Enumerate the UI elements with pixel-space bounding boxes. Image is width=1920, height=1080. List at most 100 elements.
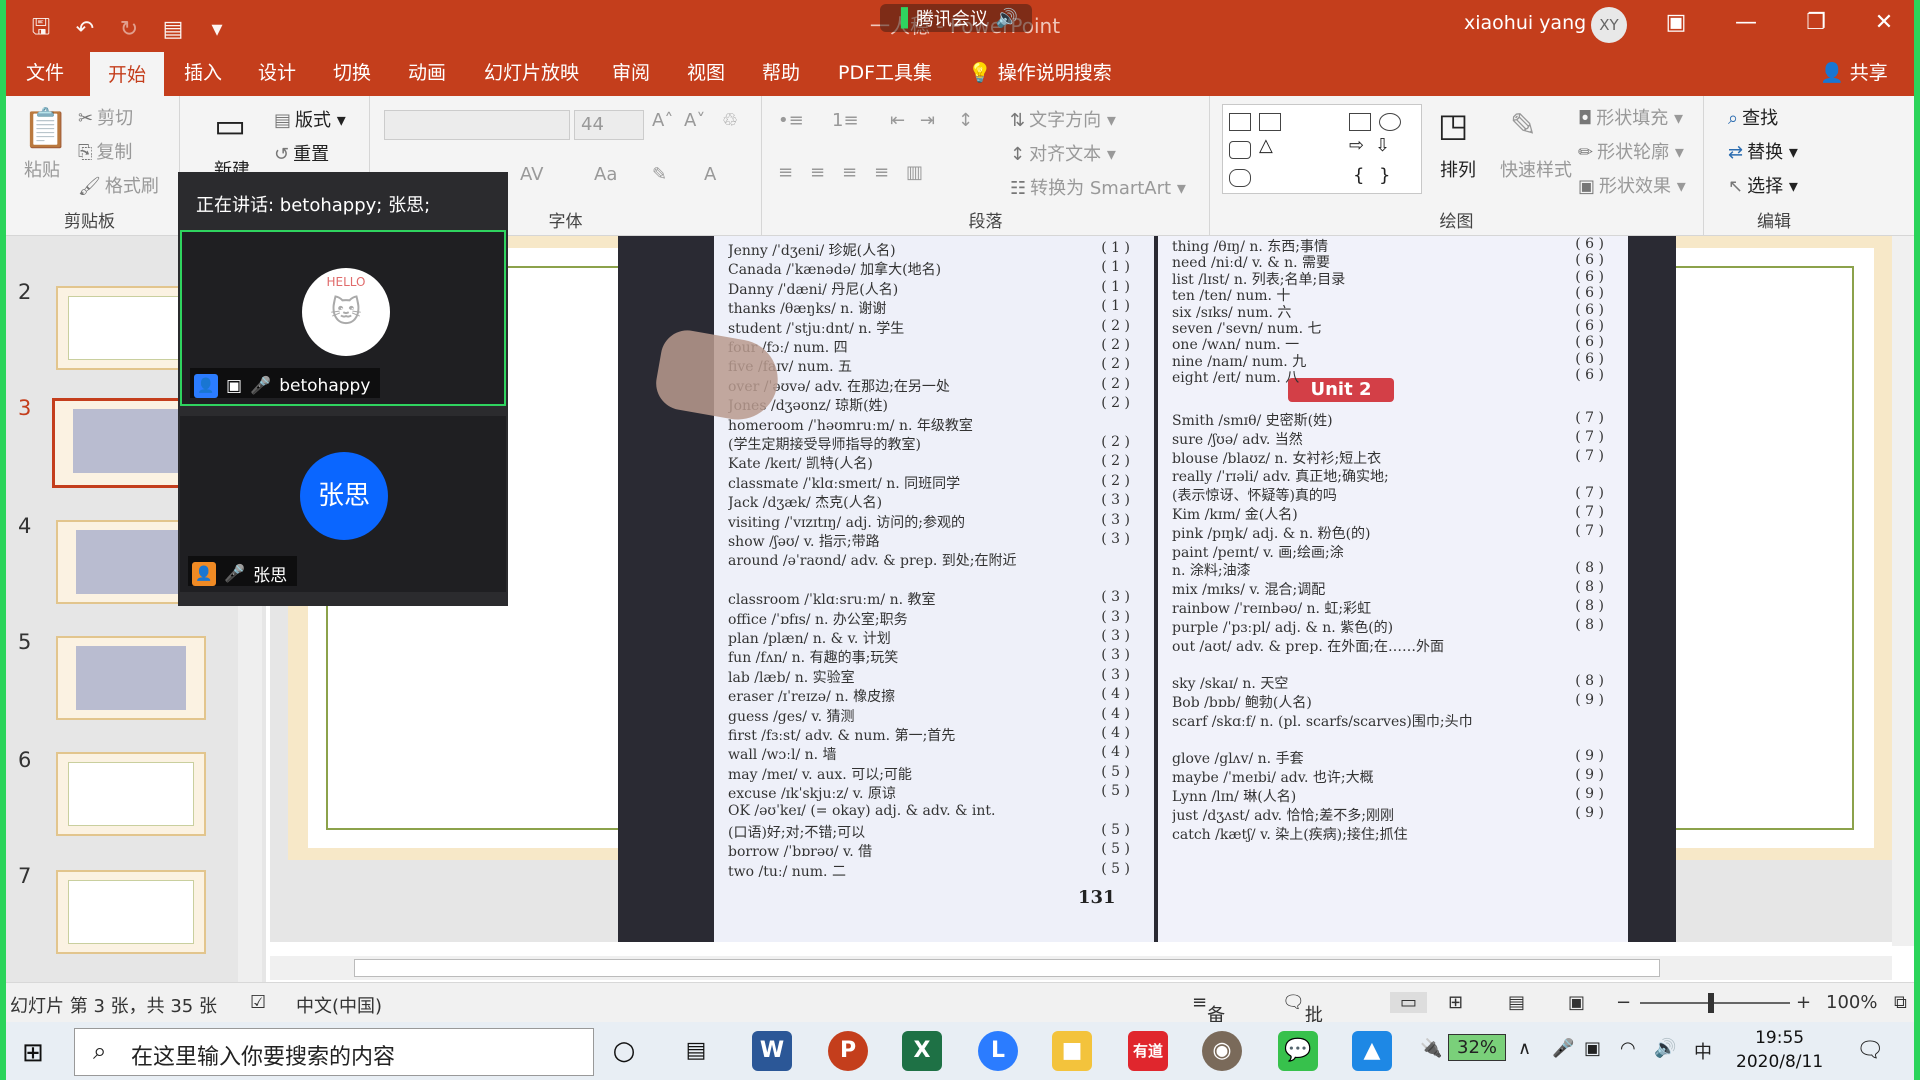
language-indicator[interactable]: 中文(中国) [296, 992, 382, 1018]
paste-button[interactable]: 粘贴 [24, 156, 60, 182]
microphone-tray-icon[interactable]: 🎤 [1552, 1038, 1574, 1059]
notification-icon[interactable]: 🗨 [1856, 1038, 1884, 1063]
decrease-font-icon[interactable]: A˅ [684, 110, 705, 131]
participant-tile-1[interactable]: HELLO 🐱 👤 ▣ 🎤 betohappy [180, 230, 506, 406]
ribbon-display-options-icon[interactable]: ▣ [1656, 6, 1696, 40]
volume-icon[interactable]: 🔊 [1654, 1038, 1676, 1059]
shapes-gallery[interactable]: △ ⇨ ⇩ { } [1222, 104, 1422, 194]
customize-qat-icon[interactable]: ▾ [202, 17, 232, 42]
copy-button[interactable]: ⎘ 复制 [78, 138, 132, 164]
normal-view-icon[interactable]: ▭ [1390, 992, 1428, 1013]
wifi-icon[interactable]: ◠ [1620, 1038, 1636, 1059]
brace-right-shape[interactable]: } [1379, 165, 1390, 186]
minimize-button[interactable]: — [1726, 6, 1766, 40]
undo-icon[interactable]: ↶ [70, 17, 100, 42]
shape-fill-button[interactable]: ◘ 形状填充 ▾ [1578, 104, 1683, 130]
tencent-meeting-icon[interactable]: ▲ [1352, 1031, 1392, 1071]
notes-button[interactable]: ≡ 备注 [1192, 992, 1225, 1052]
zoom-level[interactable]: 100% [1826, 992, 1877, 1013]
main-horizontal-scrollbar[interactable] [270, 956, 1892, 980]
freeform-shape[interactable] [1229, 169, 1251, 187]
quick-styles-icon[interactable]: ✎ [1510, 106, 1537, 144]
zoom-slider-thumb[interactable] [1708, 993, 1714, 1013]
clear-formatting-icon[interactable]: ♲ [722, 110, 738, 131]
layout-button[interactable]: ▤ 版式 ▾ [274, 106, 346, 132]
slideshow-view-icon[interactable]: ▣ [1568, 992, 1585, 1013]
font-size-combobox[interactable]: 44 [574, 110, 644, 140]
tab-transitions[interactable]: 切换 [333, 58, 371, 85]
fit-to-window-icon[interactable]: ⧉ [1894, 992, 1907, 1013]
windows-start-icon[interactable]: ⊞ [22, 1038, 44, 1068]
zoom-in-icon[interactable]: + [1796, 992, 1811, 1013]
restore-button[interactable]: ❐ [1796, 6, 1836, 40]
change-case-icon[interactable]: Aa [594, 164, 617, 185]
brace-left-shape[interactable]: { [1353, 165, 1364, 186]
meeting-indicator[interactable]: ▐ 腾讯会议 🔊 [880, 4, 1033, 32]
zoom-out-icon[interactable]: − [1616, 992, 1631, 1013]
task-view-icon[interactable]: ▤ [676, 1031, 716, 1071]
network-device-icon[interactable]: ▣ [1584, 1038, 1601, 1059]
select-button[interactable]: ↖ 选择 ▾ [1728, 172, 1798, 198]
highlight-icon[interactable]: ✎ [652, 164, 667, 185]
taskbar-search-box[interactable]: ⌕ 在这里输入你要搜索的内容 [74, 1028, 594, 1076]
slide-thumbnail-6[interactable] [56, 752, 206, 836]
wechat-icon[interactable]: 💬 [1278, 1031, 1318, 1071]
increase-font-icon[interactable]: A˄ [652, 110, 673, 131]
tab-review[interactable]: 审阅 [612, 58, 650, 85]
lark-app-icon[interactable]: L [978, 1031, 1018, 1071]
find-button[interactable]: ⌕ 查找 [1728, 104, 1778, 130]
arrange-button[interactable]: 排列 [1440, 156, 1476, 182]
numbering-icon[interactable]: 1≡ [832, 110, 859, 131]
replace-button[interactable]: ⇄ 替换 ▾ [1728, 138, 1798, 164]
participant-tile-2[interactable]: 张思 👤 🎤 张思 [180, 416, 506, 592]
decrease-indent-icon[interactable]: ⇤ [890, 110, 905, 131]
start-from-beginning-icon[interactable]: ▤ [158, 17, 188, 42]
shape-effects-button[interactable]: ▣ 形状效果 ▾ [1578, 172, 1686, 198]
arrange-icon[interactable]: ◳ [1438, 106, 1468, 144]
file-explorer-icon[interactable]: ■ [1052, 1031, 1092, 1071]
arrow-down-shape[interactable]: ⇩ [1375, 135, 1390, 156]
line-spacing-icon[interactable]: ↕ [958, 110, 973, 131]
slide-photo-textbook[interactable]: Jenny /ˈdʒeni/ 珍妮(人名)( 1 ) Canada /ˈkænəd… [618, 236, 1676, 942]
vertical-text-box-shape[interactable] [1259, 113, 1281, 131]
tell-me-search[interactable]: 💡 操作说明搜索 [968, 58, 1112, 85]
scroll-thumb[interactable] [354, 959, 1660, 977]
user-name[interactable]: xiaohui yang [1464, 12, 1586, 34]
user-avatar[interactable]: XY [1591, 7, 1627, 43]
youdao-icon[interactable]: 有道 [1128, 1031, 1168, 1071]
tab-pdf-tools[interactable]: PDF工具集 [838, 58, 932, 85]
close-button[interactable]: ✕ [1864, 6, 1904, 40]
meeting-participants-panel[interactable]: 正在讲话: betohappy; 张思; HELLO 🐱 👤 ▣ 🎤 betoha… [178, 172, 508, 606]
bullets-icon[interactable]: •≡ [778, 110, 804, 131]
battery-indicator[interactable]: 32% [1448, 1034, 1507, 1061]
align-text-button[interactable]: ↕ 对齐文本 ▾ [1010, 140, 1116, 166]
oval-shape[interactable] [1379, 113, 1401, 131]
system-clock[interactable]: 19:55 2020/8/11 [1736, 1026, 1823, 1074]
ime-indicator[interactable]: 中 [1694, 1038, 1712, 1064]
tab-slideshow[interactable]: 幻灯片放映 [484, 58, 579, 85]
character-spacing-icon[interactable]: AV [520, 164, 543, 185]
photo-app-icon[interactable]: ◉ [1202, 1031, 1242, 1071]
tab-view[interactable]: 视图 [687, 58, 725, 85]
power-plug-icon[interactable]: 🔌 [1420, 1038, 1442, 1059]
quick-styles-button[interactable]: 快速样式 [1500, 156, 1572, 182]
tab-home[interactable]: 开始 [90, 52, 165, 96]
format-painter-button[interactable]: 🖌 格式刷 [78, 172, 159, 198]
excel-icon[interactable]: X [902, 1031, 942, 1071]
tab-insert[interactable]: 插入 [184, 58, 222, 85]
font-color-icon[interactable]: A [704, 164, 716, 185]
text-direction-button[interactable]: ⇅ 文字方向 ▾ [1010, 106, 1116, 132]
shape-outline-button[interactable]: ✏ 形状轮廓 ▾ [1578, 138, 1684, 164]
text-box-shape[interactable] [1229, 113, 1251, 131]
comments-button[interactable]: 🗨 批注 [1282, 992, 1323, 1052]
reset-button[interactable]: ↺ 重置 [274, 140, 329, 166]
tab-design[interactable]: 设计 [258, 58, 296, 85]
tab-animations[interactable]: 动画 [408, 58, 446, 85]
triangle-shape[interactable]: △ [1259, 135, 1273, 156]
tab-help[interactable]: 帮助 [762, 58, 800, 85]
font-name-combobox[interactable] [384, 110, 570, 140]
align-left-icon[interactable]: ≡ [778, 162, 793, 183]
justify-icon[interactable]: ≡ [874, 162, 889, 183]
show-hidden-icons-icon[interactable]: ∧ [1518, 1038, 1531, 1059]
align-center-icon[interactable]: ≡ [810, 162, 825, 183]
